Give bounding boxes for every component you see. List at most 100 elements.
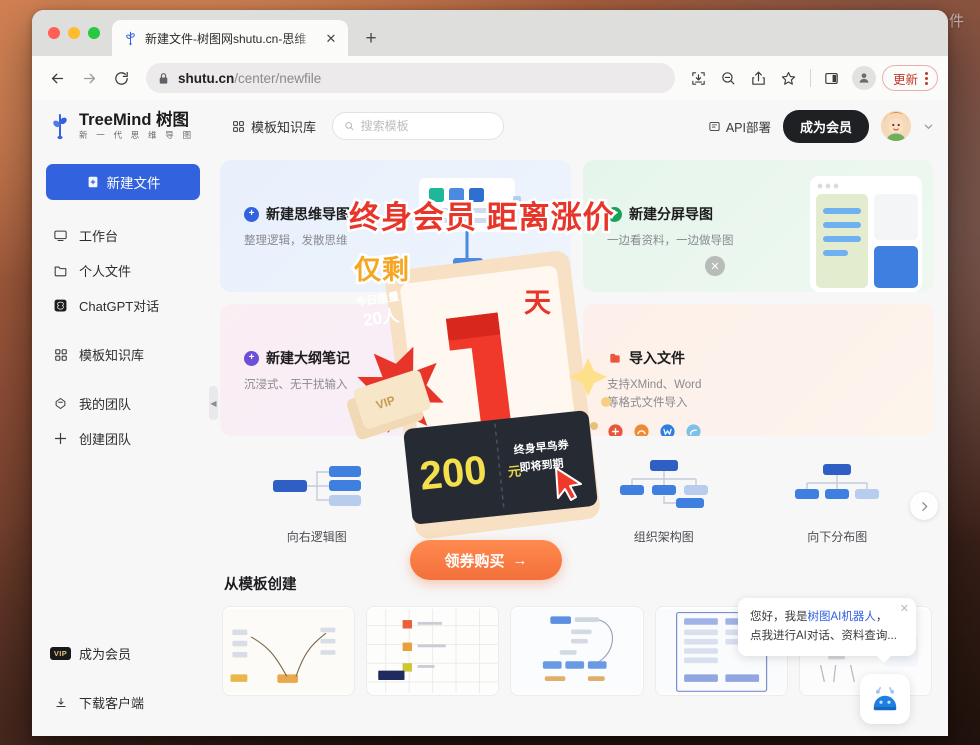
template-search-box[interactable] [332,112,505,140]
tab-close-icon[interactable]: ✕ [322,29,340,47]
card-new-splitscreen[interactable]: ✕ + 新建分屏导图 一边看资料，一边做导图 [583,160,934,292]
toolbar-divider [809,69,811,87]
plus-circle-icon: + [607,206,622,222]
sidebar-label: 个人文件 [79,264,132,279]
template-thumb-1[interactable] [222,606,356,696]
diagram-type-org-chart[interactable]: 组织架构图 [577,458,751,545]
sidebar-label: 我的团队 [79,397,132,412]
mindmap-thumb-art [361,160,571,292]
update-label: 更新 [892,72,918,87]
org-chart-icon [619,460,708,508]
side-panel-icon [825,72,839,84]
logo-main-en: TreeMind [79,111,152,130]
tab-title: 新建文件-树图网shutu.cn-思维 [145,31,307,46]
sidebar-item-create-team[interactable]: 创建团队 [32,421,214,456]
buy-now-arrow: → [512,551,528,569]
ai-chat-fab[interactable] [860,674,910,724]
zoom-out-button[interactable] [715,64,743,92]
sidebar-become-member-label: 成为会员 [79,647,132,662]
download-button[interactable] [685,64,713,92]
sidebar-download-client[interactable]: 下载客户端 [32,685,214,720]
sidebar-become-member[interactable]: VIP 成为会员 [32,636,214,671]
sidebar-label: ChatGPT对话 [79,299,160,314]
diagram-type-downward-tree[interactable]: 向下分布图 [751,458,925,545]
url-path: /center/newfile [234,70,322,86]
search-icon [345,122,354,130]
minimize-window-button[interactable] [68,27,80,39]
header-template-library[interactable]: 模板知识库 [232,117,316,136]
sidebar-item-my-team[interactable]: 我的团队 [32,386,214,421]
api-icon [709,121,720,131]
address-bar[interactable]: shutu.cn/center/newfile [146,63,675,93]
sidebar-label: 工作台 [79,229,119,244]
close-window-button[interactable] [48,27,60,39]
diagram-type-label: 向下分布图 [807,530,868,544]
mindmanager-icon[interactable] [633,423,650,436]
diagram-type-hidden[interactable] [404,458,578,545]
template-thumb-2[interactable] [366,606,500,696]
maximize-window-button[interactable] [88,27,100,39]
sidebar-item-chatgpt[interactable]: ChatGPT对话 [32,288,214,323]
reload-button[interactable] [106,63,136,93]
outline-thumb-art [361,304,571,436]
new-file-button[interactable]: 新建文件 [46,164,200,200]
browser-tab[interactable]: 新建文件-树图网shutu.cn-思维 ✕ [112,20,348,56]
zoom-out-icon [722,71,735,84]
plus-circle-icon: + [244,206,259,222]
back-arrow-icon [51,73,63,83]
card-title: 新建分屏导图 [629,206,713,222]
word-icon[interactable] [659,423,676,436]
page-viewport: TreeMind 树图 新 一 代 思 维 导 图 模板知识库 搜索模板 API… [32,100,948,736]
grid-icon [52,348,69,362]
forward-button[interactable] [74,63,104,93]
api-deploy-link[interactable]: API部署 [708,117,771,136]
card-title: 导入文件 [629,350,685,366]
ai-robot-icon [873,687,897,711]
forward-arrow-icon [83,73,95,83]
card-new-outline[interactable]: + 新建大纲笔记 沉浸式、无干扰输入 [220,304,571,436]
chevron-down-icon[interactable] [923,121,934,132]
promo-close-button[interactable]: ✕ [705,256,725,276]
app-header: TreeMind 树图 新 一 代 思 维 导 图 模板知识库 搜索模板 API… [32,100,948,152]
action-cards: + 新建思维导图 整理逻辑，发散思维 ✕ + 新建分屏导图 一边看资料，一边做导… [220,160,934,436]
browser-profile-button[interactable] [851,66,876,90]
import-icon [607,351,622,366]
ai-chat-bubble[interactable]: ✕ 您好，我是树图AI机器人， 点我进行AI对话、资料查询... [738,598,916,663]
kebab-menu-icon[interactable] [922,71,931,85]
hidden-diagram-icon [444,458,536,514]
xmind-icon[interactable] [607,423,624,436]
freemind-icon[interactable] [685,423,702,436]
diagram-type-logic-right[interactable]: 向右逻辑图 [230,458,404,545]
folder-icon [52,263,69,278]
app-logo[interactable]: TreeMind 树图 新 一 代 思 维 导 图 [48,112,218,140]
buy-now-button[interactable]: 领券购买 → [410,540,562,580]
update-button[interactable]: 更新 [881,65,938,91]
lock-icon [159,72,168,84]
sidebar-divider-gap [32,323,214,337]
diagram-type-label: 向右逻辑图 [286,530,347,544]
template-section-title: 从模板创建 [224,577,297,593]
template-thumb-3[interactable] [510,606,644,696]
card-import-file[interactable]: 导入文件 支持XMind、Word 等格式文件导入 [583,304,934,436]
sidebar-item-template-library[interactable]: 模板知识库 [32,337,214,372]
card-new-mindmap[interactable]: + 新建思维导图 整理逻辑，发散思维 [220,160,571,292]
sidebar-item-personal-files[interactable]: 个人文件 [32,253,214,288]
header-right-group: API部署 成为会员 [708,109,934,143]
bookmark-button[interactable] [775,64,803,92]
new-tab-button[interactable]: + [356,23,386,53]
sidebar-divider-gap [32,671,214,685]
become-member-button[interactable]: 成为会员 [782,109,869,143]
carousel-next-button[interactable] [910,492,938,520]
user-avatar[interactable] [881,111,911,141]
search-input[interactable] [360,119,493,133]
side-panel-button[interactable] [818,64,846,92]
back-button[interactable] [42,63,72,93]
sidebar-collapse-handle[interactable]: ◀ [209,386,218,420]
url-host: shutu.cn [178,70,235,86]
chat-close-icon[interactable]: ✕ [900,604,909,615]
logo-text: TreeMind 树图 新 一 代 思 维 导 图 [79,112,194,139]
sidebar-item-workbench[interactable]: 工作台 [32,218,214,253]
grid-icon [233,120,244,132]
share-button[interactable] [745,64,773,92]
window-controls [46,10,112,56]
